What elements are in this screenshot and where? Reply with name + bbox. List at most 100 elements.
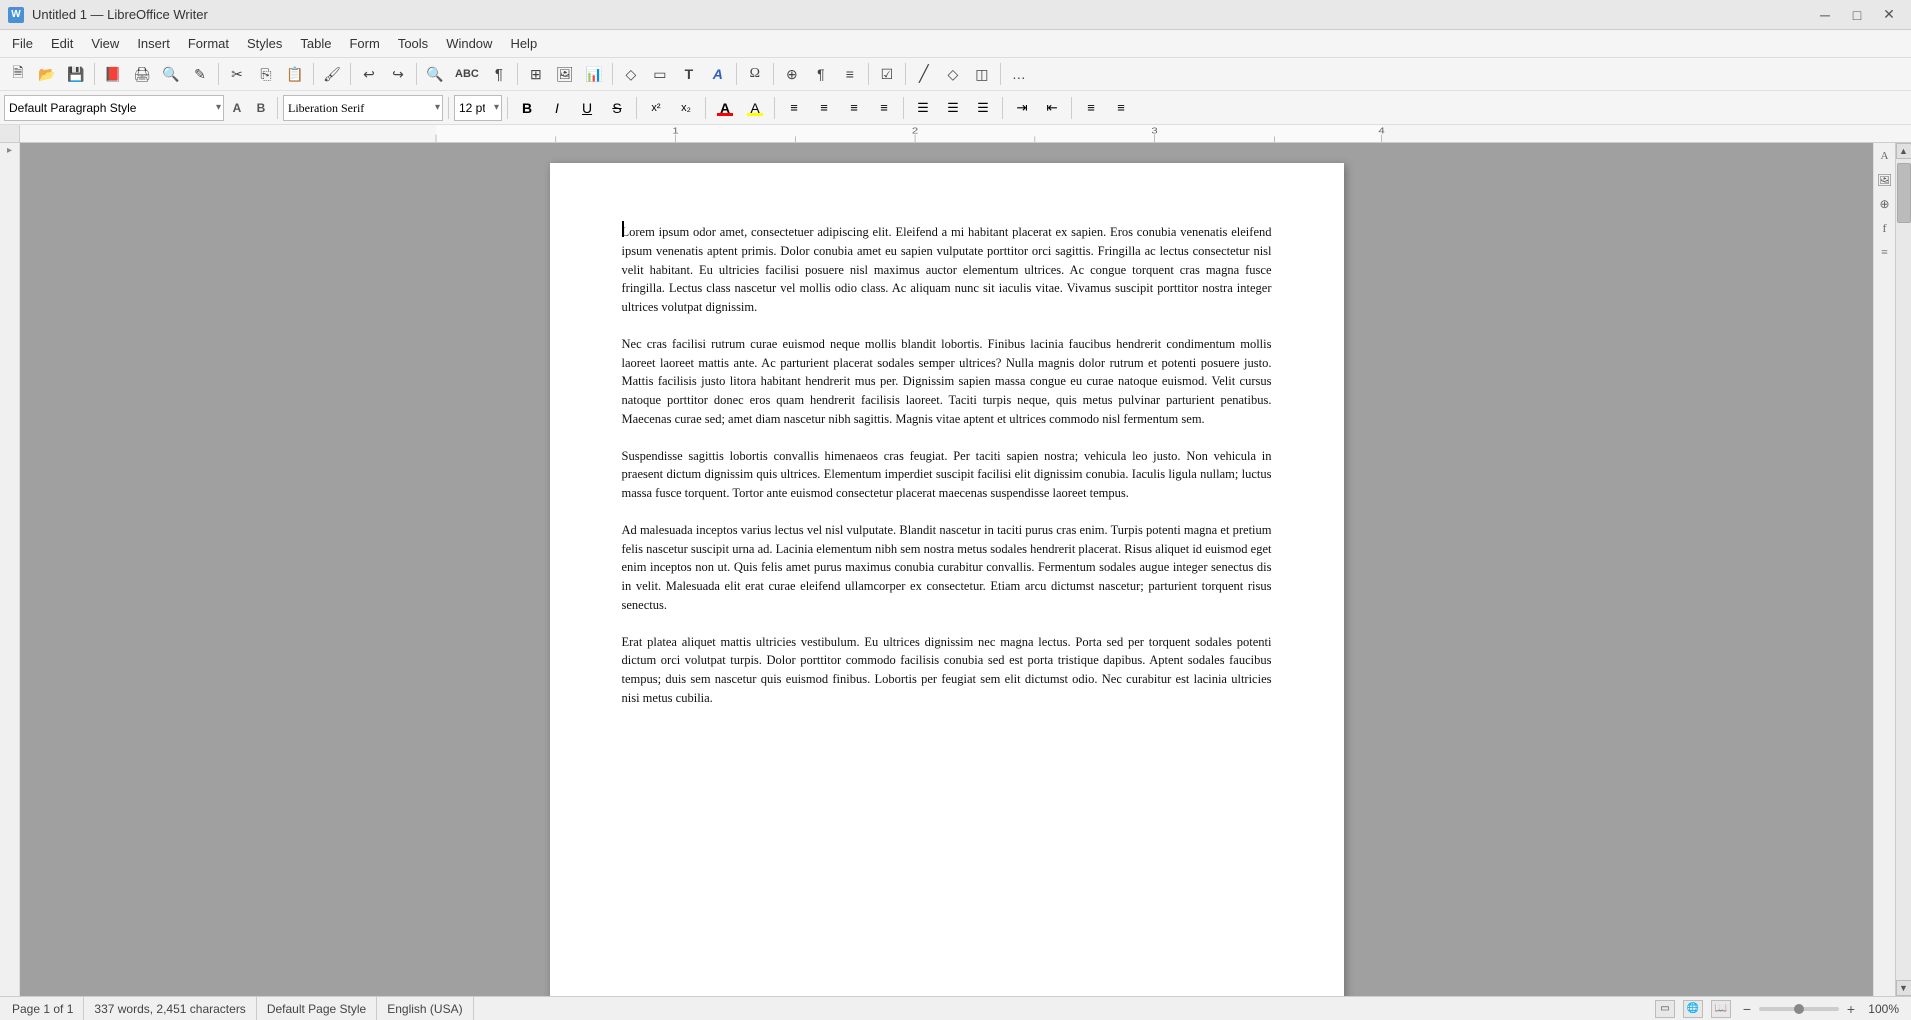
- bullets-button[interactable]: ☰: [909, 95, 937, 121]
- insert-shapes-button[interactable]: ◇: [617, 61, 645, 87]
- highlight-button[interactable]: A: [741, 95, 769, 121]
- insert-image-button[interactable]: 🖼: [551, 61, 579, 87]
- align-left-button[interactable]: ≡: [780, 95, 808, 121]
- align-center-button[interactable]: ≡: [810, 95, 838, 121]
- cut-button[interactable]: ✂: [223, 61, 251, 87]
- italic-button[interactable]: I: [543, 95, 571, 121]
- menu-file[interactable]: File: [4, 33, 41, 54]
- underline-button[interactable]: U: [573, 95, 601, 121]
- paragraph-style-select[interactable]: Default Paragraph Style: [4, 95, 224, 121]
- spelling-button[interactable]: ABC: [450, 61, 484, 87]
- menu-edit[interactable]: Edit: [43, 33, 81, 54]
- horizontal-ruler: 1 2 3 4: [20, 125, 1911, 142]
- page-info: Page 1 of 1: [8, 997, 84, 1020]
- sidebar-styles-icon[interactable]: A: [1876, 147, 1894, 165]
- menu-styles[interactable]: Styles: [239, 33, 290, 54]
- paste-button[interactable]: 📋: [281, 61, 309, 87]
- special-char-button[interactable]: Ω: [741, 61, 769, 87]
- save-button[interactable]: 💾: [62, 61, 90, 87]
- fsep8: [1002, 97, 1003, 119]
- new-button[interactable]: 🗎: [4, 61, 32, 87]
- menu-format[interactable]: Format: [180, 33, 237, 54]
- menu-help[interactable]: Help: [502, 33, 545, 54]
- fontwork-button[interactable]: A: [704, 61, 732, 87]
- paint-format-button[interactable]: 🖌: [318, 61, 346, 87]
- scrollbar[interactable]: ▲ ▼: [1895, 143, 1911, 996]
- form-controls-button[interactable]: ☑: [873, 61, 901, 87]
- export-pdf-button[interactable]: 📕: [99, 61, 127, 87]
- field-button[interactable]: ≡: [836, 61, 864, 87]
- update-style-button[interactable]: B: [250, 95, 272, 121]
- main-area: ▸ Lorem ipsum odor amet, consectetuer ad…: [0, 143, 1911, 996]
- toolbar-area: 🗎 📂 💾 📕 🖨 🔍 ✎ ✂ ⎘ 📋 🖌 ↩ ↪ 🔍 ABC ¶ ⊞ 🖼 📊 …: [0, 58, 1911, 125]
- sidebar-func-icon[interactable]: f: [1876, 219, 1894, 237]
- align-right-button[interactable]: ≡: [840, 95, 868, 121]
- zoom-out-button[interactable]: −: [1739, 1001, 1755, 1017]
- scroll-thumb[interactable]: [1897, 163, 1911, 223]
- menu-window[interactable]: Window: [438, 33, 500, 54]
- callout-button[interactable]: ◫: [968, 61, 996, 87]
- sep11: [905, 63, 906, 85]
- font-size-select[interactable]: 12 pt: [454, 95, 502, 121]
- normal-view-button[interactable]: ▭: [1655, 1000, 1675, 1018]
- styles-button[interactable]: ¶: [807, 61, 835, 87]
- zoom-level: 100%: [1863, 1002, 1899, 1016]
- menu-insert[interactable]: Insert: [129, 33, 178, 54]
- zoom-slider[interactable]: [1759, 1007, 1839, 1011]
- minimize-button[interactable]: ─: [1811, 5, 1839, 25]
- print-preview-button[interactable]: 🔍: [157, 61, 185, 87]
- menu-table[interactable]: Table: [292, 33, 339, 54]
- font-color-button[interactable]: A: [711, 95, 739, 121]
- insert-table-button[interactable]: ⊞: [522, 61, 550, 87]
- print-button[interactable]: 🖨: [128, 61, 156, 87]
- close-button[interactable]: ✕: [1875, 5, 1903, 25]
- sep8: [736, 63, 737, 85]
- redo-button[interactable]: ↪: [384, 61, 412, 87]
- scroll-up-button[interactable]: ▲: [1896, 143, 1911, 159]
- open-button[interactable]: 📂: [33, 61, 61, 87]
- subscript-button[interactable]: x₂: [672, 95, 700, 121]
- menu-form[interactable]: Form: [341, 33, 387, 54]
- copy-button[interactable]: ⎘: [252, 61, 280, 87]
- font-select[interactable]: Liberation Serif: [283, 95, 443, 121]
- align-justify-button[interactable]: ≡: [870, 95, 898, 121]
- new-style-button[interactable]: A: [226, 95, 248, 121]
- strikethrough-button[interactable]: S: [603, 95, 631, 121]
- toggle-edit-button[interactable]: ✎: [186, 61, 214, 87]
- basic-shapes-button[interactable]: ◇: [939, 61, 967, 87]
- scroll-track[interactable]: [1896, 159, 1911, 980]
- indent-less-button[interactable]: ⇤: [1038, 95, 1066, 121]
- book-view-button[interactable]: 📖: [1711, 1000, 1731, 1018]
- maximize-button[interactable]: □: [1843, 5, 1871, 25]
- sep12: [1000, 63, 1001, 85]
- line-spacing-button[interactable]: ≡: [1077, 95, 1105, 121]
- left-ruler-top: ▸: [0, 143, 19, 156]
- menu-view[interactable]: View: [83, 33, 127, 54]
- bold-button[interactable]: B: [513, 95, 541, 121]
- web-view-button[interactable]: 🌐: [1683, 1000, 1703, 1018]
- find-replace-button[interactable]: 🔍: [421, 61, 449, 87]
- menu-tools[interactable]: Tools: [390, 33, 436, 54]
- show-formatting-button[interactable]: ¶: [485, 61, 513, 87]
- sidebar-navigator-icon[interactable]: ⊕: [1876, 195, 1894, 213]
- right-panel: A 🖼 ⊕ f ≡: [1873, 143, 1895, 996]
- insert-textbox-button[interactable]: T: [675, 61, 703, 87]
- indent-more-button[interactable]: ⇥: [1008, 95, 1036, 121]
- insert-frame-button[interactable]: ▭: [646, 61, 674, 87]
- document-area[interactable]: Lorem ipsum odor amet, consectetuer adip…: [20, 143, 1873, 996]
- fsep3: [507, 97, 508, 119]
- undo-button[interactable]: ↩: [355, 61, 383, 87]
- line-button[interactable]: ╱: [910, 61, 938, 87]
- insert-chart-button[interactable]: 📊: [580, 61, 608, 87]
- para-spacing-button[interactable]: ≡: [1107, 95, 1135, 121]
- numbering-button[interactable]: ☰: [939, 95, 967, 121]
- sidebar-gallery-icon[interactable]: 🖼: [1876, 171, 1894, 189]
- scroll-down-button[interactable]: ▼: [1896, 980, 1911, 996]
- zoom-in-button[interactable]: +: [1843, 1001, 1859, 1017]
- navigator-button[interactable]: ⊕: [778, 61, 806, 87]
- outline-button[interactable]: ☰: [969, 95, 997, 121]
- sidebar-props-icon[interactable]: ≡: [1876, 243, 1894, 261]
- paragraph-4: Ad malesuada inceptos varius lectus vel …: [622, 521, 1272, 615]
- superscript-button[interactable]: x²: [642, 95, 670, 121]
- more-controls-button[interactable]: …: [1005, 61, 1033, 87]
